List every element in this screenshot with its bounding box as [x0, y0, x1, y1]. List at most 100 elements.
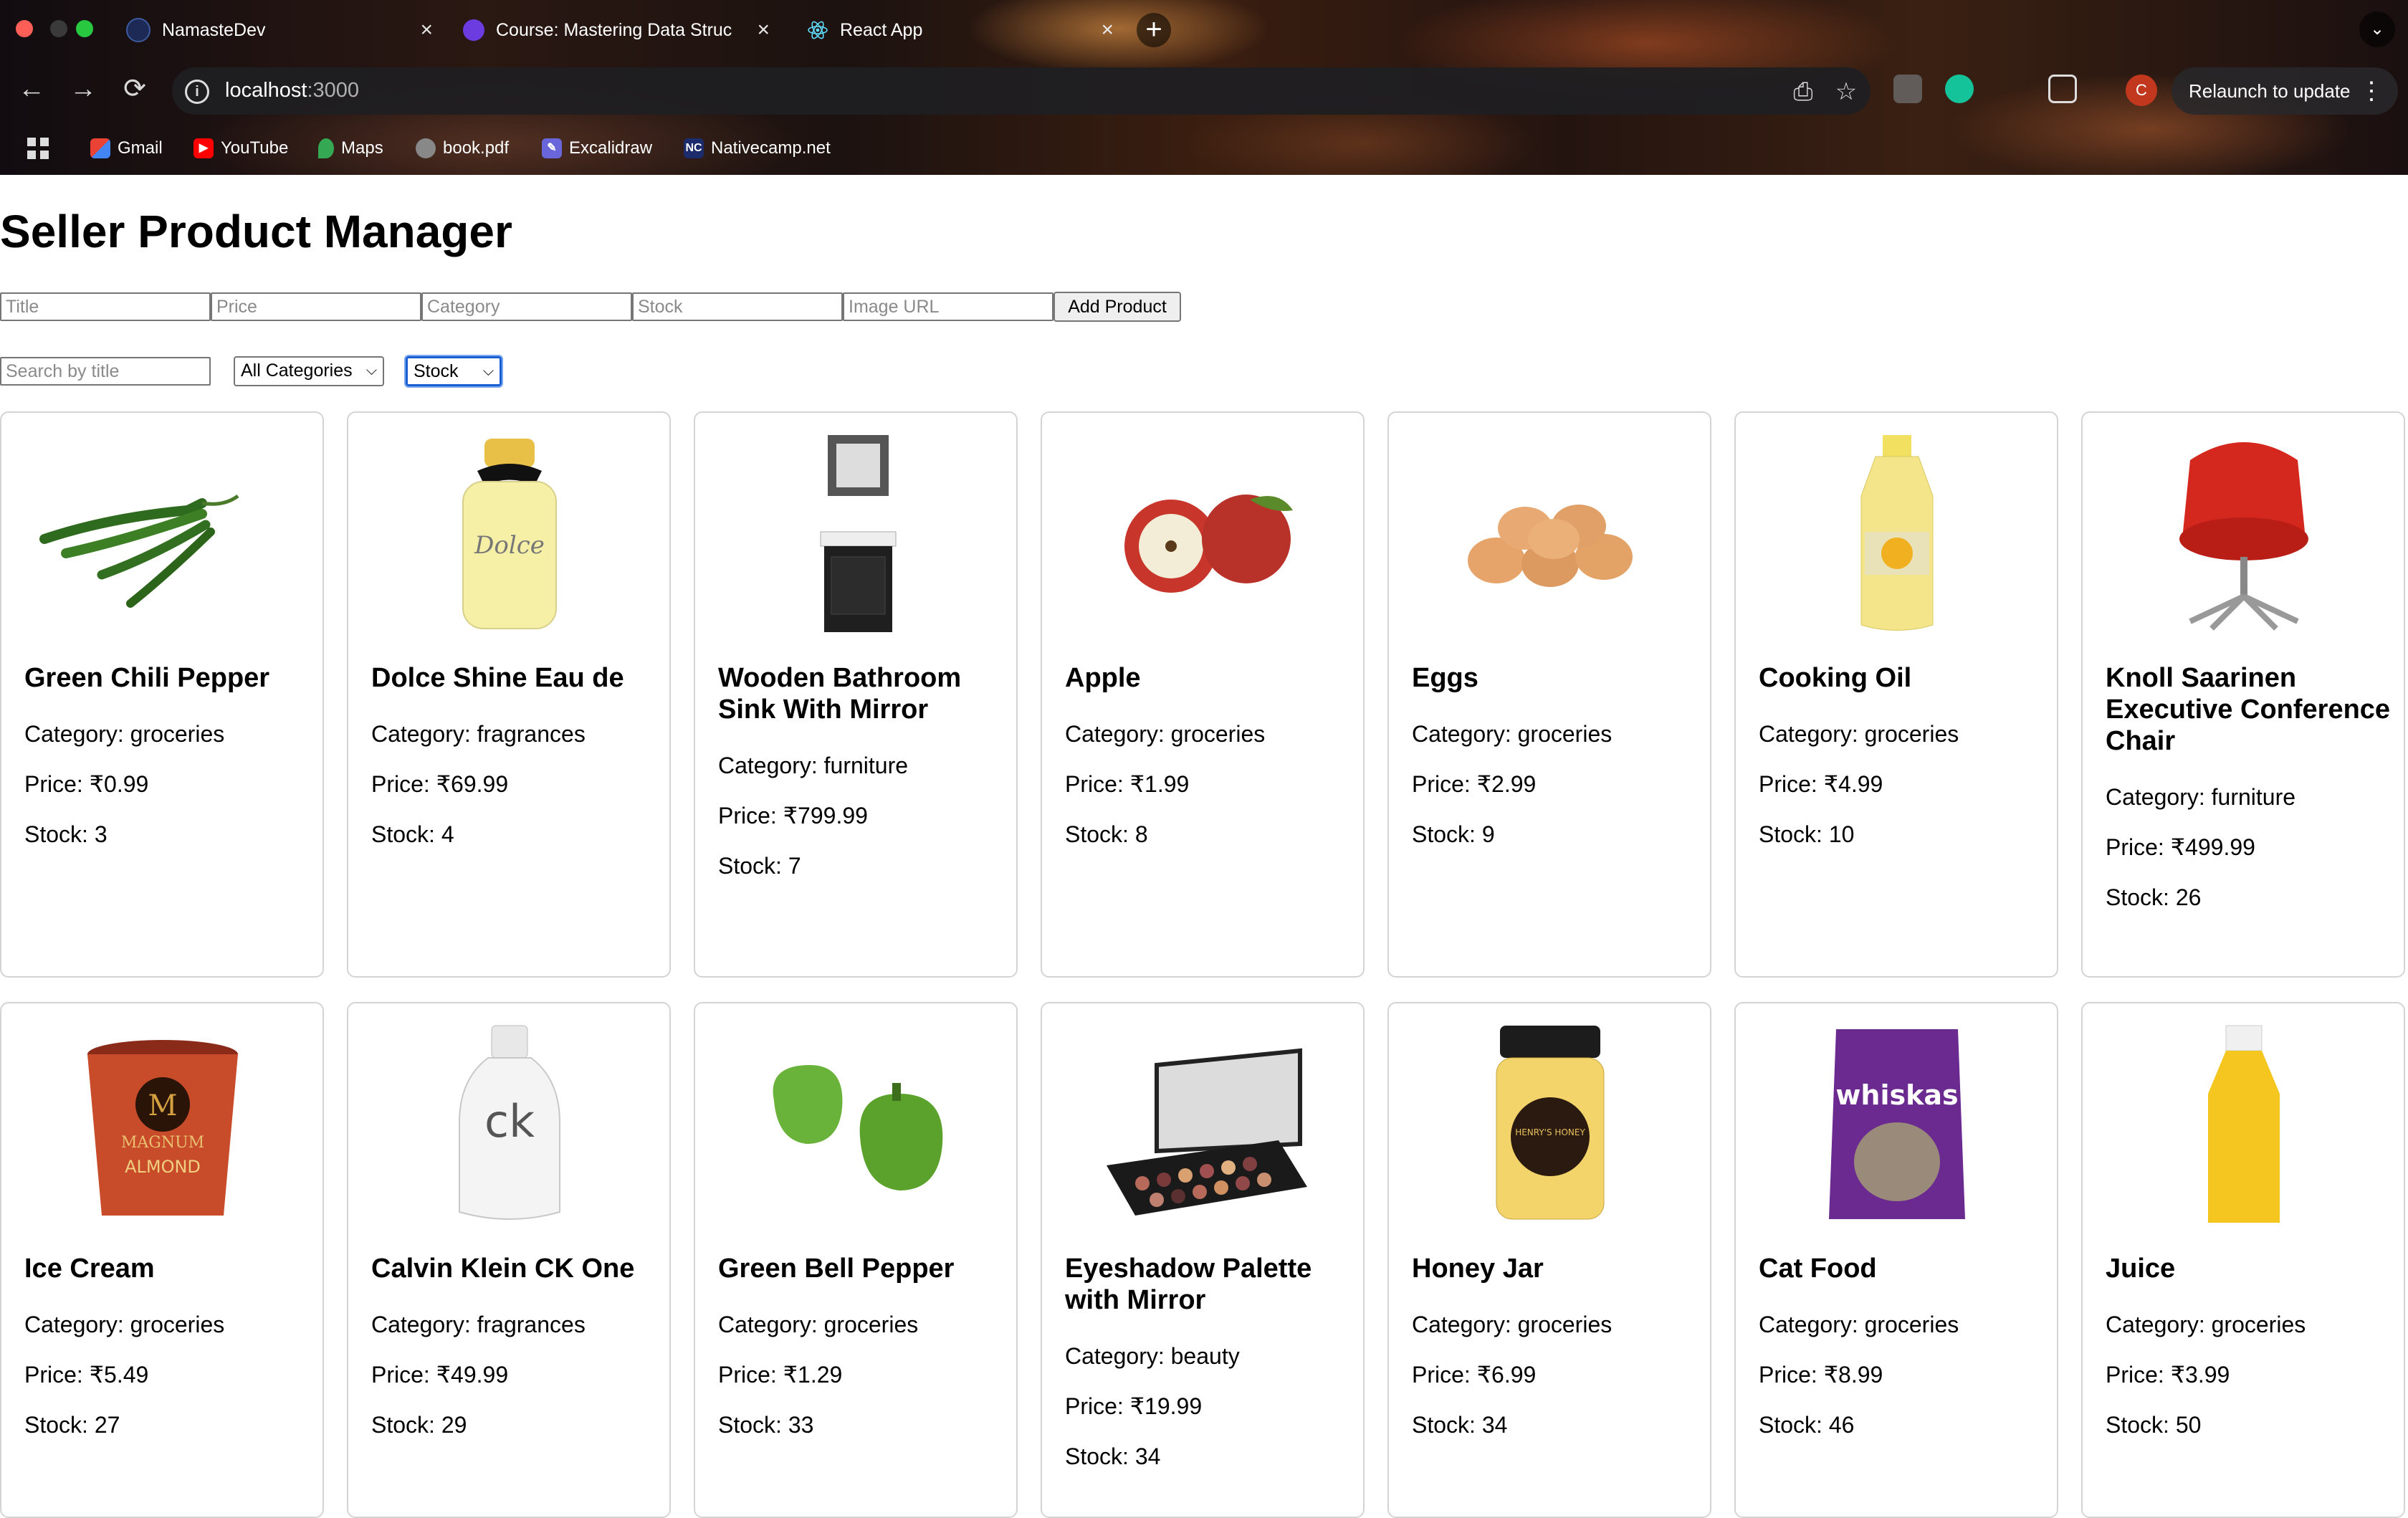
install-app-icon[interactable]: ⎙ [1789, 77, 1817, 106]
react-favicon-icon [807, 19, 828, 41]
bookmark-nativecamp[interactable]: NC Nativecamp.net [684, 136, 831, 161]
product-title: Knoll Saarinen Executive Conference Chai… [2106, 663, 2391, 756]
svg-text:whiskas: whiskas [1835, 1079, 1958, 1111]
product-price: Price: ₹8.99 [1759, 1362, 1883, 1388]
course-favicon-icon [463, 19, 484, 41]
product-price: Price: ₹2.99 [1412, 771, 1537, 797]
product-category: Category: groceries [1759, 1312, 1959, 1337]
bookmark-gmail[interactable]: Gmail [90, 136, 163, 161]
product-category: Category: furniture [2106, 784, 2296, 810]
site-info-icon[interactable]: i [185, 80, 209, 104]
address-bar[interactable]: i localhost:3000 ⎙ ☆ [172, 67, 1870, 115]
reload-icon[interactable]: ⟳ [118, 72, 152, 106]
bookmark-book-pdf[interactable]: book.pdf [416, 136, 509, 161]
browser-chrome: NamasteDev × Course: Mastering Data Stru… [0, 0, 2408, 175]
product-image-bathroom-sink-icon [717, 431, 996, 635]
product-image-office-chair-icon [2104, 431, 2384, 635]
product-stock: Stock: 33 [718, 1412, 814, 1438]
product-title: Eggs [1412, 663, 1478, 693]
bookmark-excalidraw[interactable]: ✎ Excalidraw [542, 136, 652, 161]
new-tab-button[interactable]: + [1137, 13, 1171, 47]
product-category: Category: beauty [1065, 1343, 1240, 1369]
product-price: Price: ₹1.99 [1065, 771, 1190, 797]
product-title: Apple [1065, 663, 1141, 693]
product-card: M MAGNUM ALMOND Ice Cream Category: groc… [0, 1002, 324, 1518]
add-product-button[interactable]: Add Product [1054, 292, 1181, 322]
relaunch-button[interactable]: Relaunch to update ⋮ [2172, 67, 2398, 115]
product-stock: Stock: 26 [2106, 884, 2202, 910]
bookmark-maps[interactable]: Maps [318, 136, 383, 161]
close-window-button[interactable] [16, 20, 33, 37]
product-price: Price: ₹0.99 [24, 771, 149, 797]
product-image-ice-cream-tub-icon: M MAGNUM ALMOND [23, 1022, 302, 1226]
category-filter-select[interactable]: All Categories ⌵ [234, 356, 384, 386]
zoom-window-button[interactable] [76, 20, 93, 37]
address-url[interactable]: localhost:3000 [225, 79, 359, 102]
forward-arrow-icon[interactable]: → [66, 72, 100, 106]
product-stock: Stock: 50 [2106, 1412, 2202, 1438]
product-category: Category: furniture [718, 753, 909, 778]
product-stock: Stock: 9 [1412, 821, 1495, 847]
excalidraw-icon: ✎ [542, 138, 562, 158]
product-title: Juice [2106, 1254, 2176, 1284]
app-page: Seller Product Manager Add Product All C… [0, 175, 2408, 1518]
sort-select[interactable]: Stock ⌵ [404, 355, 503, 388]
product-card: ck Calvin Klein CK One Category: fragran… [347, 1002, 671, 1518]
product-price: Price: ₹49.99 [371, 1362, 509, 1388]
minimize-window-button[interactable] [50, 20, 67, 37]
image-url-input[interactable] [843, 292, 1054, 321]
product-category: Category: groceries [718, 1312, 919, 1337]
close-tab-icon[interactable]: × [420, 18, 433, 42]
extensions-puzzle-icon[interactable] [2048, 75, 2077, 103]
category-input[interactable] [421, 292, 632, 321]
product-title: Wooden Bathroom Sink With Mirror [718, 663, 962, 725]
product-image-perfume-bottle-icon: Dolce [370, 431, 649, 635]
product-stock: Stock: 8 [1065, 821, 1148, 847]
price-input[interactable] [211, 292, 421, 321]
close-tab-icon[interactable]: × [1101, 18, 1114, 42]
tab-label: React App [840, 19, 923, 40]
svg-text:ck: ck [484, 1095, 535, 1147]
tab-search-chevron-icon[interactable]: ⌄ [2359, 11, 2395, 47]
product-price: Price: ₹1.29 [718, 1362, 843, 1388]
tab-namastedev[interactable]: NamasteDev × [115, 10, 444, 50]
product-category: Category: groceries [1412, 1312, 1612, 1337]
grammarly-icon[interactable] [1945, 75, 1974, 103]
product-image-eyeshadow-palette-icon [1064, 1022, 1343, 1226]
product-image-chili-pepper-icon [23, 431, 302, 635]
product-category: Category: groceries [24, 721, 225, 747]
url-host: localhost [225, 79, 307, 102]
extension-folder-icon[interactable] [1893, 75, 1922, 103]
stock-input[interactable] [632, 292, 843, 321]
product-category: Category: fragrances [371, 1312, 586, 1337]
product-price: Price: ₹4.99 [1759, 771, 1883, 797]
tab-course[interactable]: Course: Mastering Data Struc × [452, 10, 781, 50]
back-arrow-icon[interactable]: ← [14, 72, 49, 106]
title-input[interactable] [0, 292, 211, 321]
product-price: Price: ₹499.99 [2106, 834, 2255, 860]
product-category: Category: fragrances [371, 721, 586, 747]
url-port: :3000 [307, 79, 360, 102]
product-card: Eyeshadow Palette with Mirror Category: … [1041, 1002, 1365, 1518]
profile-avatar[interactable]: C [2126, 75, 2157, 106]
close-tab-icon[interactable]: × [757, 18, 770, 42]
product-price: Price: ₹69.99 [371, 771, 509, 797]
apps-grid-icon[interactable] [27, 138, 49, 159]
tab-react-app[interactable]: React App × [796, 10, 1125, 50]
search-input[interactable] [0, 357, 211, 386]
tab-label: Course: Mastering Data Struc [496, 19, 732, 40]
relaunch-label: Relaunch to update [2189, 80, 2351, 102]
product-card: Cooking Oil Category: groceries Price: ₹… [1734, 411, 2058, 978]
product-image-ck-bottle-icon: ck [370, 1022, 649, 1226]
product-stock: Stock: 29 [371, 1412, 467, 1438]
bookmark-youtube[interactable]: ▶ YouTube [194, 136, 288, 161]
product-title: Eyeshadow Palette with Mirror [1065, 1254, 1312, 1315]
product-card: Eggs Category: groceries Price: ₹2.99 St… [1387, 411, 1711, 978]
bookmark-label: Gmail [118, 138, 163, 158]
product-price: Price: ₹5.49 [24, 1362, 149, 1388]
product-price: Price: ₹6.99 [1412, 1362, 1537, 1388]
bookmark-star-icon[interactable]: ☆ [1832, 77, 1860, 106]
product-card: Knoll Saarinen Executive Conference Chai… [2081, 411, 2405, 978]
product-stock: Stock: 10 [1759, 821, 1855, 847]
product-image-honey-jar-icon: HENRY'S HONEY [1410, 1022, 1690, 1226]
